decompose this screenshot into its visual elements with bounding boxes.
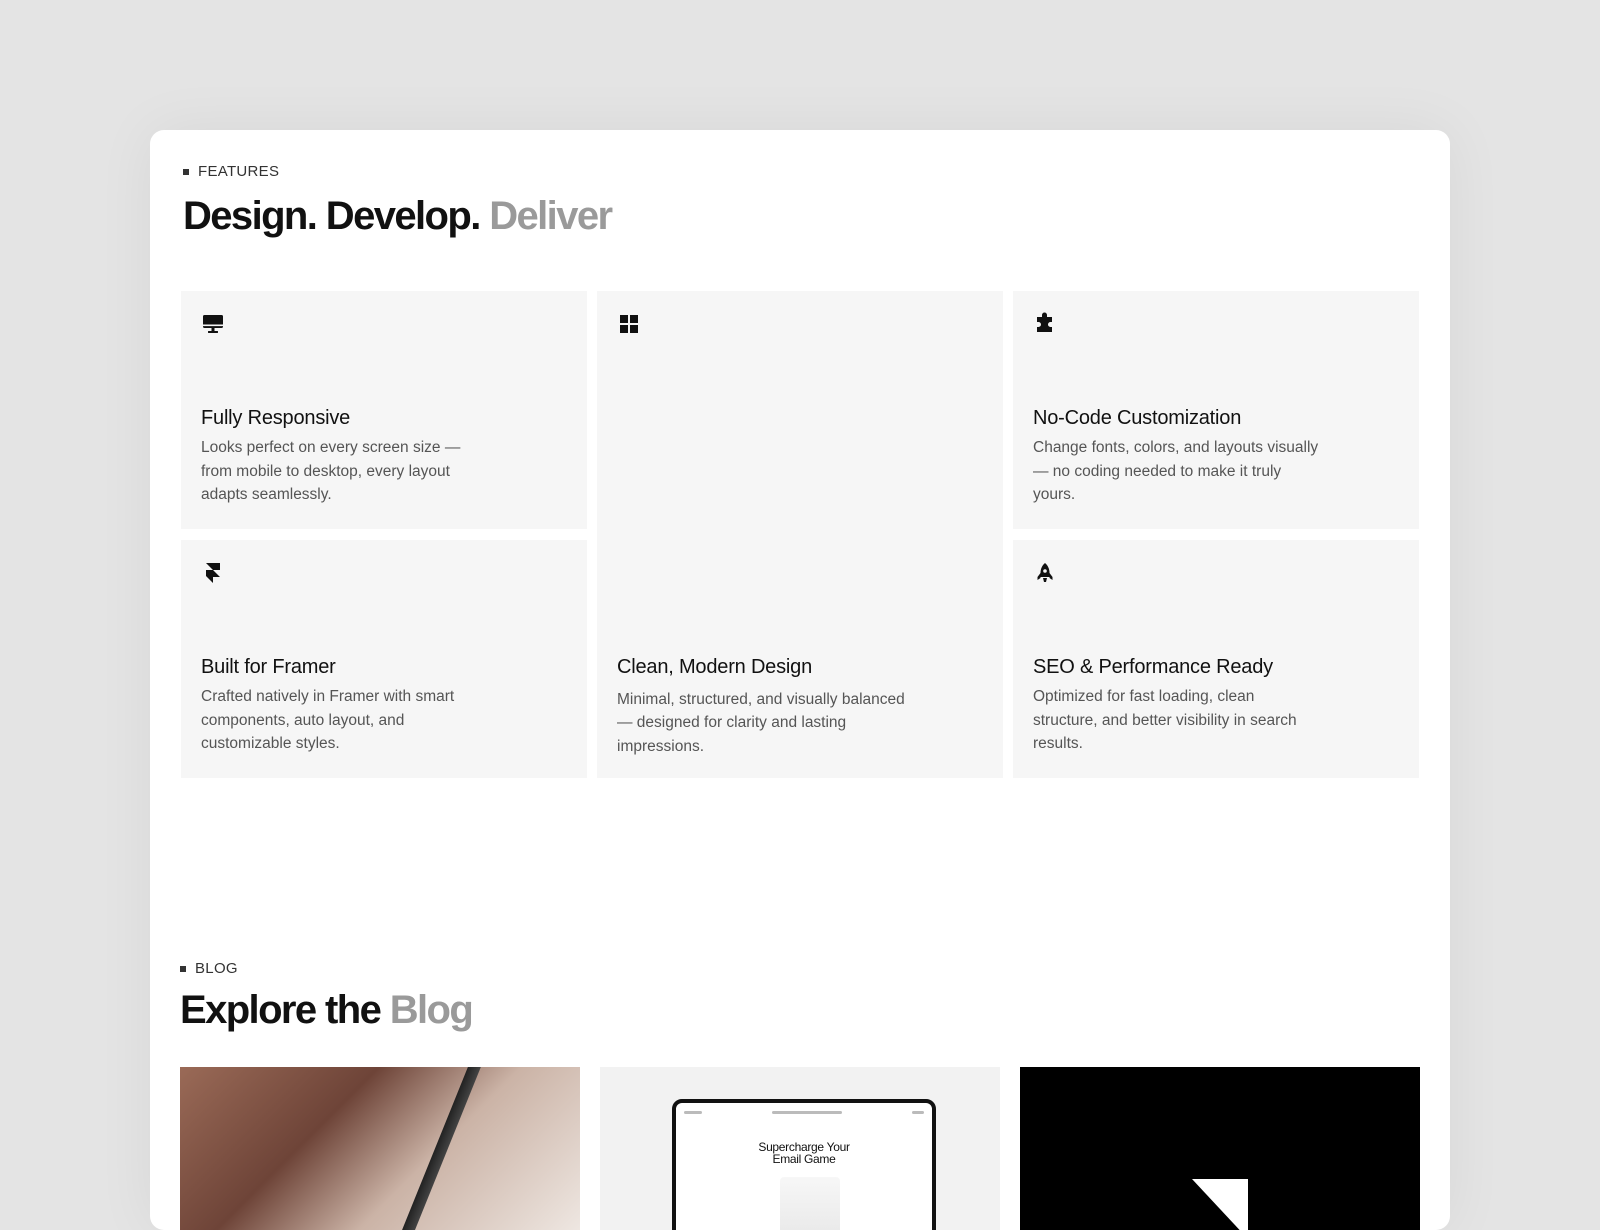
mockup-headline-line2: Email Game	[772, 1152, 836, 1166]
puzzle-icon	[1033, 312, 1057, 336]
feature-card-seo: SEO & Performance Ready Optimized for fa…	[1013, 540, 1419, 778]
page-card: FEATURES Design. Develop. Deliver Fully …	[150, 130, 1450, 1230]
monitor-icon	[201, 312, 225, 336]
features-eyebrow: FEATURES	[183, 163, 279, 180]
feature-title: No-Code Customization	[1033, 407, 1242, 429]
feature-title: Clean, Modern Design	[617, 656, 812, 678]
feature-desc: Minimal, structured, and visually balanc…	[617, 690, 905, 755]
feature-title: Fully Responsive	[201, 407, 351, 429]
blog-post-thumbnail[interactable]	[180, 1067, 580, 1230]
feature-card-modern-design: Clean, Modern Design Minimal, structured…	[597, 291, 1003, 778]
blog-eyebrow-label: BLOG	[195, 960, 238, 977]
blog-eyebrow: BLOG	[180, 960, 238, 977]
rocket-icon	[1033, 561, 1057, 585]
feature-title: SEO & Performance Ready	[1033, 656, 1273, 678]
feature-card-no-code: No-Code Customization Change fonts, colo…	[1013, 291, 1419, 529]
blog-heading-muted: Blog	[389, 988, 474, 1032]
feature-desc: Change fonts, colors, and layouts visual…	[1033, 439, 1319, 503]
blog-heading-main: Explore the	[180, 988, 382, 1032]
blog-post-thumbnail[interactable]	[1020, 1067, 1420, 1230]
blog-post-thumbnail[interactable]: Supercharge Your Email Game	[600, 1067, 1000, 1230]
grid-icon	[617, 312, 641, 336]
tablet-mockup: Supercharge Your Email Game	[672, 1099, 936, 1230]
framer-icon	[201, 561, 225, 585]
arrow-shape-image	[1192, 1179, 1248, 1230]
feature-desc: Optimized for fast loading, clean struct…	[1033, 688, 1297, 752]
eyebrow-dot	[183, 168, 189, 175]
features-eyebrow-label: FEATURES	[198, 163, 280, 180]
feature-desc: Looks perfect on every screen size — fro…	[201, 439, 461, 503]
mockup-nav	[684, 1109, 924, 1115]
feature-card-framer: Built for Framer Crafted natively in Fra…	[181, 540, 587, 778]
feature-desc: Crafted natively in Framer with smart co…	[201, 688, 455, 752]
features-heading-main: Design. Develop.	[183, 194, 481, 238]
eyebrow-dot	[180, 965, 186, 972]
feature-title: Built for Framer	[201, 656, 336, 678]
features-heading: Design. Develop. Deliver	[183, 194, 613, 239]
pencil-image	[387, 1067, 485, 1230]
mockup-headline: Supercharge Your Email Game	[676, 1141, 932, 1165]
feature-card-responsive: Fully Responsive Looks perfect on every …	[181, 291, 587, 529]
features-heading-muted: Deliver	[489, 194, 613, 238]
blog-heading: Explore the Blog	[180, 988, 474, 1033]
envelope-image	[780, 1177, 840, 1230]
